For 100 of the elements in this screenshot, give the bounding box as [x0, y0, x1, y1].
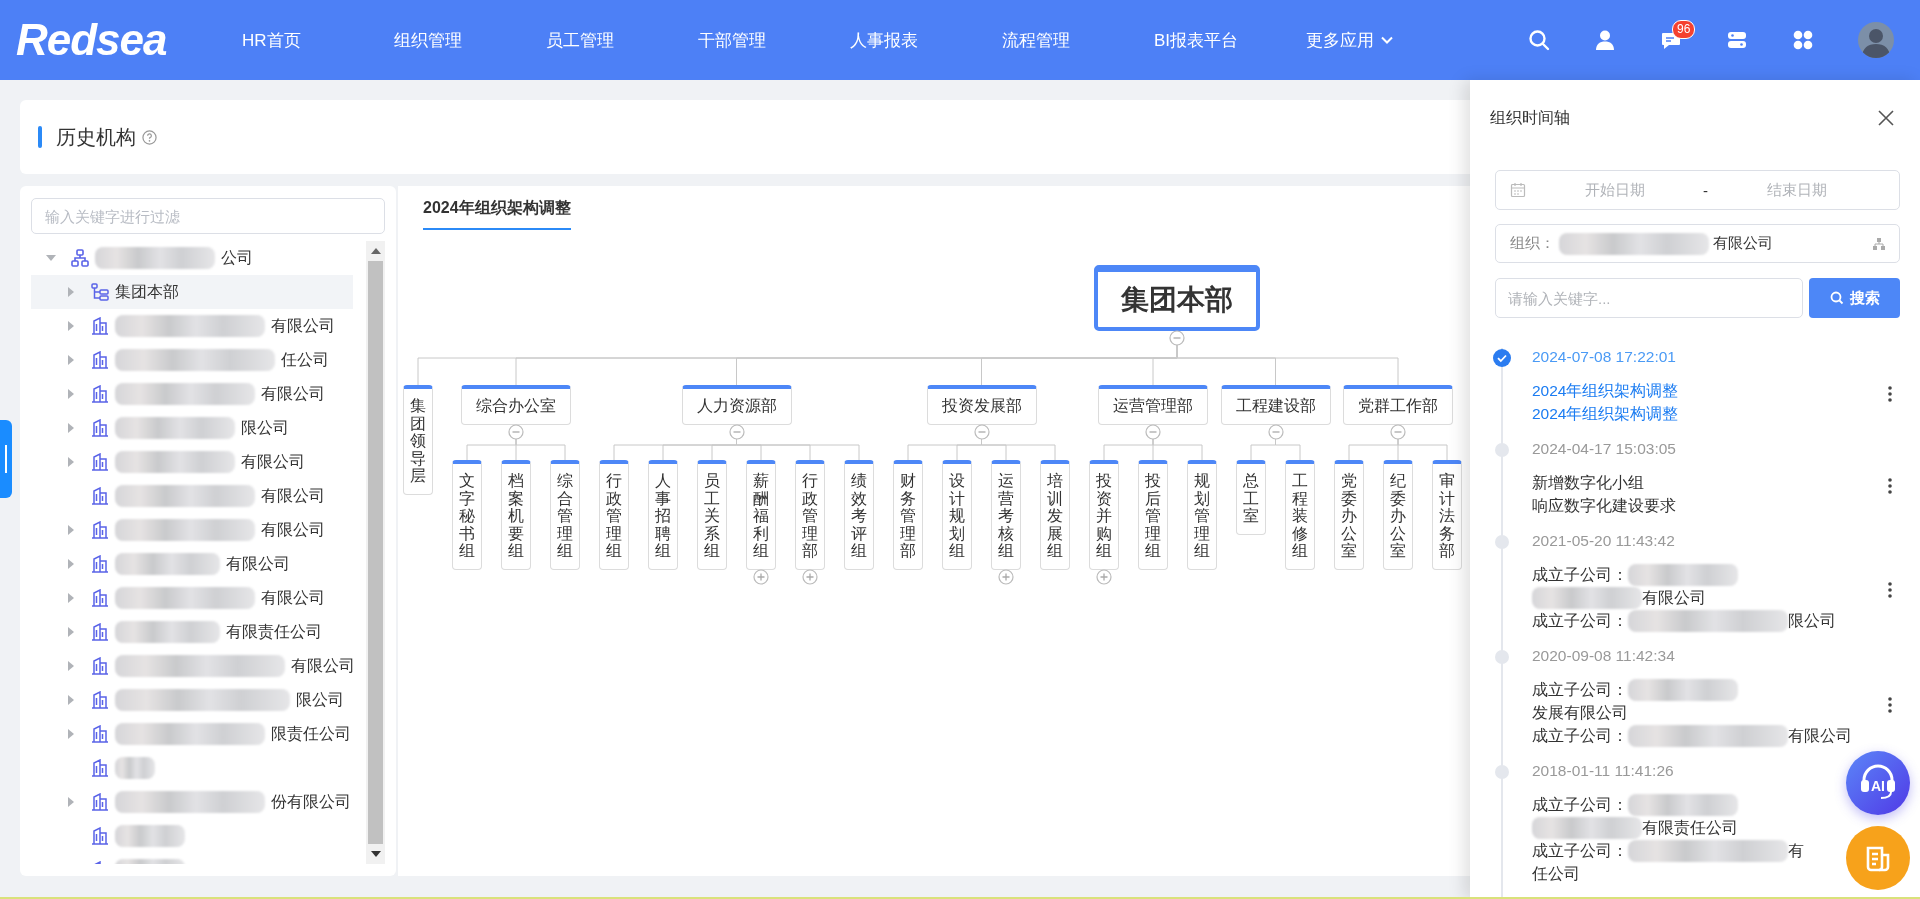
avatar[interactable]: [1858, 22, 1894, 58]
check-circle-icon[interactable]: [1493, 349, 1511, 367]
org-node: 培训发展组: [1040, 460, 1070, 570]
organization-field[interactable]: 组织： 有限公司: [1495, 224, 1900, 263]
hierarchy-icon: [91, 283, 109, 301]
minus-circle-icon[interactable]: [973, 424, 990, 440]
nav-item[interactable]: 干部管理: [698, 28, 850, 52]
side-toggle-tab[interactable]: [0, 420, 12, 498]
nav-item[interactable]: 流程管理: [1002, 28, 1154, 52]
minus-circle-icon[interactable]: [508, 424, 524, 440]
chart-tab[interactable]: 2024年组织架构调整: [423, 198, 571, 230]
more-icon[interactable]: [1888, 696, 1892, 713]
apps-icon[interactable]: [1792, 29, 1814, 51]
entry-label: 成立子公司：: [1532, 795, 1628, 815]
entry-text: 有限公司: [1642, 588, 1706, 608]
scrollbar-thumb[interactable]: [368, 261, 383, 844]
nav-item[interactable]: BI报表平台: [1154, 28, 1306, 52]
minus-circle-icon[interactable]: [728, 424, 745, 440]
tree-item[interactable]: 有限公司: [31, 445, 353, 479]
page-title: 历史机构: [56, 124, 136, 150]
timeline-dot[interactable]: [1493, 648, 1511, 666]
org-node: 文字秘书组: [452, 460, 482, 570]
logo[interactable]: Redsea: [16, 15, 226, 65]
entry-text: 发展有限公司: [1532, 703, 1628, 723]
tree-item-label: 份有限公司: [271, 791, 351, 812]
start-date-placeholder: 开始日期: [1583, 180, 1646, 200]
user-icon[interactable]: [1594, 29, 1616, 51]
nav-item[interactable]: 组织管理: [394, 28, 546, 52]
tree-item[interactable]: 集团本部: [31, 275, 353, 309]
tree-item-label: 公司: [221, 247, 253, 268]
more-icon[interactable]: [1888, 386, 1892, 402]
nav-item[interactable]: 更多应用: [1306, 28, 1458, 52]
scrollbar[interactable]: [366, 241, 385, 864]
tree-item[interactable]: 有限公司: [31, 547, 353, 581]
org-node: 集团领导层: [403, 385, 433, 495]
tree-item[interactable]: 公司: [31, 241, 353, 275]
nav-item[interactable]: HR首页: [242, 28, 394, 52]
server-icon[interactable]: [1726, 29, 1748, 51]
tree-item[interactable]: 有限公司: [31, 479, 353, 513]
plus-circle-icon[interactable]: [802, 568, 818, 585]
tree-item[interactable]: 限责任公司: [31, 717, 353, 751]
tree-item-label: 有限公司: [271, 315, 335, 336]
search-icon[interactable]: [1528, 29, 1550, 51]
filter-field[interactable]: 输入关键字进行过滤: [31, 198, 385, 234]
more-icon[interactable]: [1888, 581, 1892, 598]
org-node: 工程建设部: [1220, 385, 1331, 425]
tree-item-label: 限公司: [241, 417, 289, 438]
org-node: 投资并购组: [1089, 460, 1119, 570]
org-node: 绩效考评组: [844, 460, 874, 570]
date-range-field[interactable]: 开始日期 - 结束日期: [1495, 170, 1900, 210]
building-icon: [91, 351, 109, 369]
timeline-dot[interactable]: [1493, 441, 1511, 459]
tree-item-label: 有限责任公司: [226, 621, 322, 642]
tree-item[interactable]: 有限公司: [31, 513, 353, 547]
keyword-field[interactable]: 请输入关键字...: [1495, 278, 1803, 318]
tree-item-label: 有限公司: [226, 553, 290, 574]
entry-time: 2020-09-08 11:42:34: [1532, 647, 1676, 666]
org-node: 集团本部: [1094, 265, 1260, 331]
scroll-down-icon[interactable]: [370, 850, 381, 858]
tree-item[interactable]: 份有限公司: [31, 785, 353, 819]
org-node: 运营管理部: [1098, 385, 1208, 425]
tree-item-label: 限公司: [296, 689, 344, 710]
timeline-dot[interactable]: [1493, 533, 1511, 551]
entry-text[interactable]: 2024年组织架构调整: [1532, 402, 1679, 425]
entry-text[interactable]: 2024年组织架构调整: [1532, 379, 1679, 402]
entry-label: 成立子公司：: [1532, 841, 1628, 861]
close-icon[interactable]: [1877, 109, 1895, 127]
tree-item[interactable]: 限公司: [31, 411, 353, 445]
minus-circle-icon[interactable]: [1390, 424, 1406, 440]
help-icon[interactable]: [142, 129, 157, 145]
tree-item[interactable]: 有限公司: [31, 581, 353, 615]
scroll-up-icon[interactable]: [370, 247, 381, 255]
plus-circle-icon[interactable]: [753, 568, 769, 585]
entry-label: 成立子公司：: [1532, 726, 1628, 746]
org-node: 运营考核组: [991, 460, 1021, 570]
tree-item[interactable]: 有限公司: [31, 309, 353, 343]
plus-circle-icon[interactable]: [998, 568, 1014, 585]
nav-item[interactable]: 员工管理: [546, 28, 698, 52]
timeline-dot[interactable]: [1493, 763, 1511, 781]
tree-item[interactable]: 限公司: [31, 683, 353, 717]
minus-circle-icon[interactable]: [1267, 424, 1284, 440]
building-icon: [91, 521, 109, 539]
entry-time: 2021-05-20 11:43:42: [1532, 532, 1676, 551]
entry-text: 有限公司: [1788, 726, 1852, 746]
tree-item-label: 有限公司: [261, 485, 325, 506]
building-icon: [91, 453, 109, 471]
nav-item[interactable]: 人事报表: [850, 28, 1002, 52]
org-node: 员工关系组: [697, 460, 727, 570]
tree-item[interactable]: 任公司: [31, 343, 353, 377]
minus-circle-icon[interactable]: [1169, 330, 1185, 346]
range-separator: -: [1703, 181, 1708, 199]
drawer-title: 组织时间轴: [1490, 107, 1570, 128]
more-icon[interactable]: [1888, 478, 1892, 494]
entry-time: 2018-01-11 11:41:26: [1532, 762, 1675, 781]
plus-circle-icon[interactable]: [1096, 568, 1112, 585]
field-value: 有限公司: [1713, 234, 1774, 253]
tree-item[interactable]: 有限责任公司: [31, 615, 353, 649]
minus-circle-icon[interactable]: [1145, 424, 1161, 440]
tree-item[interactable]: 有限公司: [31, 649, 353, 683]
tree-item[interactable]: 有限公司: [31, 377, 353, 411]
